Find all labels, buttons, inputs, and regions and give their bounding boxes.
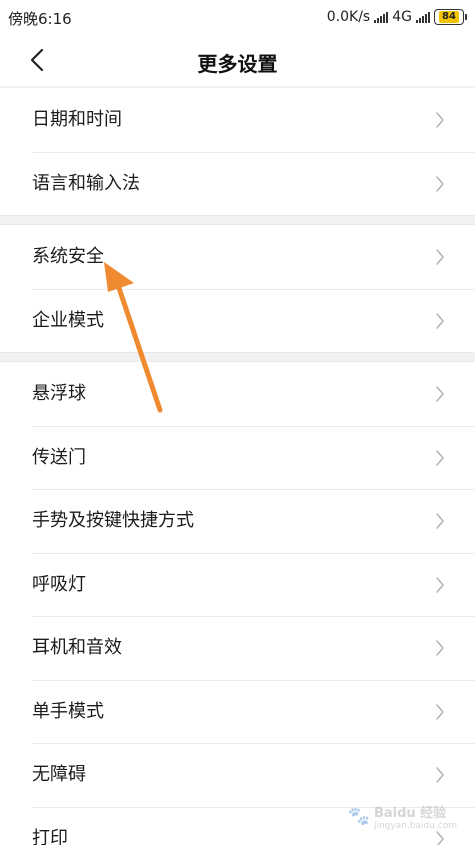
settings-item-label: 无障碍 bbox=[32, 764, 86, 785]
group-separator bbox=[0, 215, 475, 225]
watermark-sub: jingyan.baidu.com bbox=[373, 821, 457, 831]
chevron-right-icon bbox=[436, 576, 444, 593]
settings-item-system-security[interactable]: 系统安全 bbox=[0, 225, 475, 289]
settings-item-enterprise-mode[interactable]: 企业模式 bbox=[0, 288, 475, 352]
network-speed: 0.0K/s bbox=[326, 9, 371, 25]
settings-item-label: 耳机和音效 bbox=[32, 637, 122, 658]
settings-item-label: 传送门 bbox=[32, 446, 86, 468]
battery-level: 84 bbox=[439, 11, 459, 23]
paw-icon: 🐾 bbox=[347, 806, 370, 827]
header: 更多设置 bbox=[0, 34, 475, 86]
group-separator bbox=[0, 352, 475, 362]
battery-icon: 84 bbox=[434, 9, 467, 25]
settings-item-accessibility[interactable]: 无障碍 bbox=[0, 743, 475, 807]
settings-list: 日期和时间 语言和输入法 系统安全 企业模式 悬浮球 传送门 手势及按键快捷方式… bbox=[0, 86, 475, 845]
signal-icon bbox=[374, 11, 389, 23]
settings-item-date-time[interactable]: 日期和时间 bbox=[0, 88, 475, 152]
status-bar: 傍晚6:16 0.0K/s 4G 84 bbox=[0, 0, 475, 34]
chevron-right-icon bbox=[436, 112, 444, 128]
signal-icon-2 bbox=[416, 11, 430, 23]
settings-item-label: 呼吸灯 bbox=[32, 573, 86, 595]
settings-item-one-hand-mode[interactable]: 单手模式 bbox=[0, 679, 475, 743]
settings-item-label: 悬浮球 bbox=[32, 383, 86, 404]
chevron-right-icon bbox=[436, 767, 444, 783]
settings-item-label: 打印 bbox=[32, 827, 68, 845]
chevron-right-icon bbox=[436, 703, 444, 720]
settings-item-label: 语言和输入法 bbox=[32, 172, 140, 194]
chevron-right-icon bbox=[436, 175, 444, 192]
settings-item-gesture-shortcuts[interactable]: 手势及按键快捷方式 bbox=[0, 489, 475, 553]
settings-item-breathing-light[interactable]: 呼吸灯 bbox=[0, 552, 475, 616]
chevron-right-icon bbox=[436, 830, 444, 845]
network-type: 4G bbox=[392, 9, 412, 25]
watermark: 🐾 Baidu 经验 jingyan.baidu.com bbox=[348, 802, 457, 831]
settings-item-label: 单手模式 bbox=[32, 700, 104, 722]
settings-item-label: 系统安全 bbox=[32, 246, 104, 267]
status-time: 傍晚6:16 bbox=[8, 10, 72, 28]
settings-item-label: 日期和时间 bbox=[32, 109, 122, 130]
page-title: 更多设置 bbox=[197, 52, 278, 76]
watermark-text: Baidu 经验 bbox=[373, 806, 447, 821]
settings-item-language-input[interactable]: 语言和输入法 bbox=[0, 151, 475, 215]
settings-item-portal[interactable]: 传送门 bbox=[0, 425, 475, 489]
chevron-right-icon bbox=[436, 640, 444, 656]
chevron-right-icon bbox=[436, 449, 444, 466]
chevron-right-icon bbox=[436, 312, 444, 329]
settings-item-label: 企业模式 bbox=[32, 309, 104, 331]
chevron-right-icon bbox=[436, 513, 444, 529]
settings-item-headphones-audio[interactable]: 耳机和音效 bbox=[0, 616, 475, 680]
settings-item-label: 手势及按键快捷方式 bbox=[32, 510, 194, 531]
status-indicators: 0.0K/s 4G 84 bbox=[327, 7, 467, 27]
chevron-right-icon bbox=[436, 386, 444, 402]
settings-item-floating-ball[interactable]: 悬浮球 bbox=[0, 362, 475, 426]
chevron-right-icon bbox=[436, 249, 444, 265]
